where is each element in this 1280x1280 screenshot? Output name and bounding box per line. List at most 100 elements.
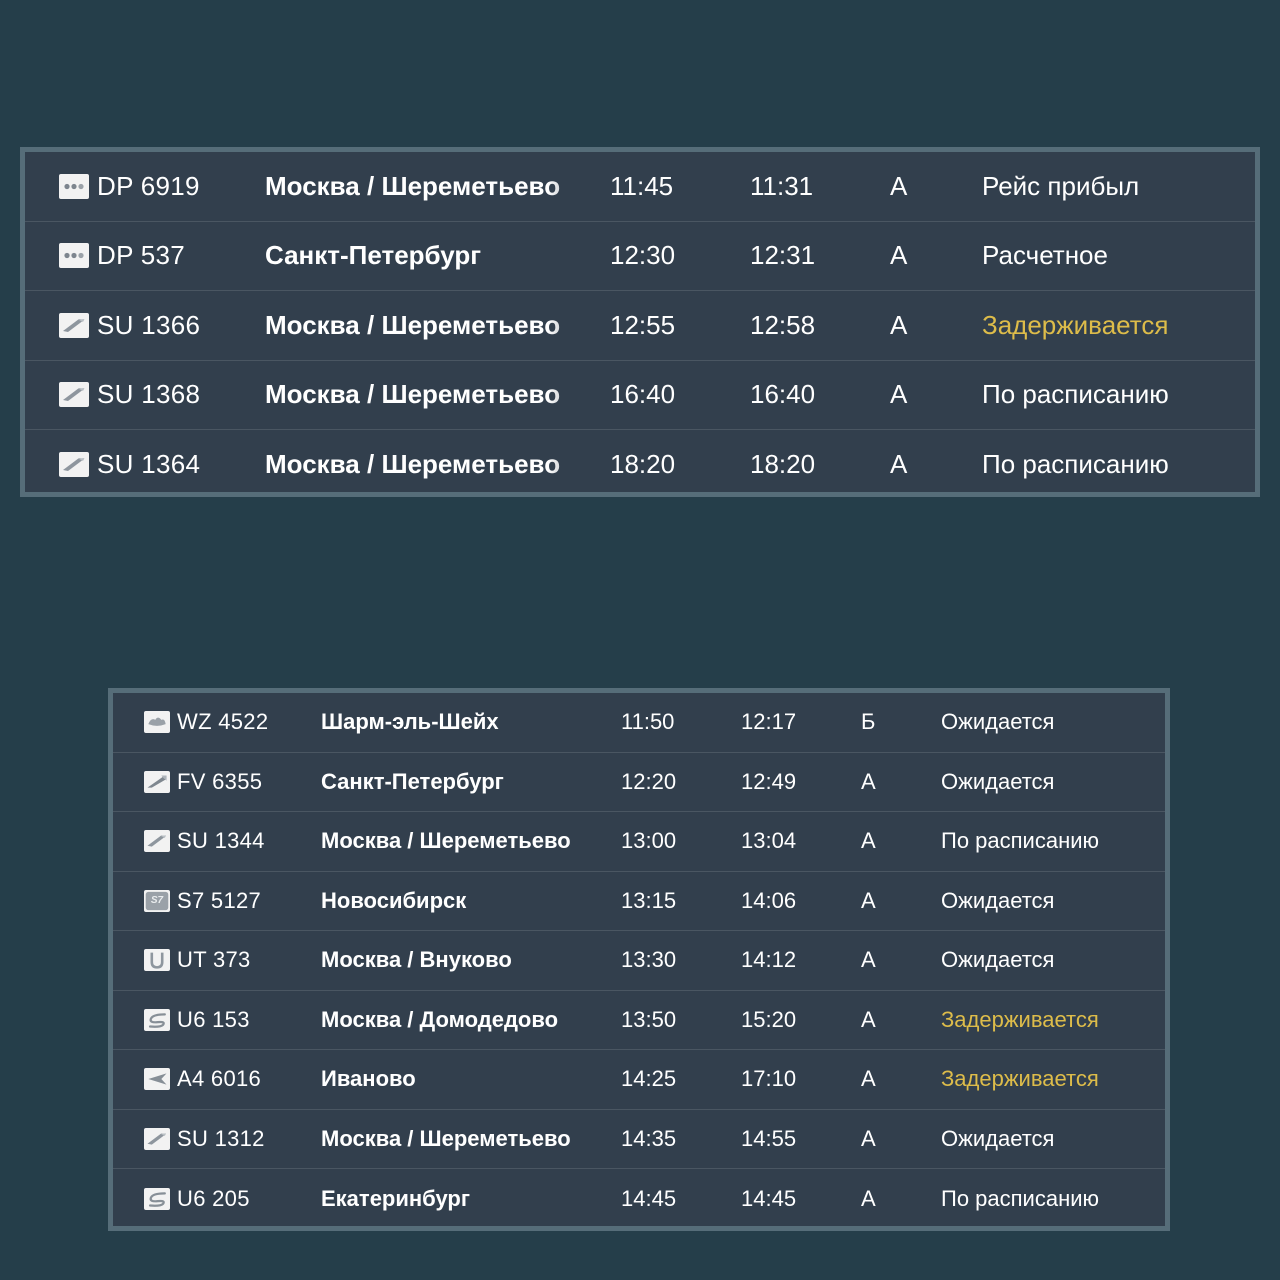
airline-logo-cell	[137, 770, 177, 793]
estimated-time: 14:06	[741, 887, 797, 913]
status-badge: По расписанию	[982, 379, 1169, 410]
pobeda-dots-icon	[59, 243, 89, 269]
scheduled-time: 11:50	[621, 709, 675, 735]
destination: Москва / Шереметьево	[321, 828, 571, 854]
arrivals-board-top: DP 6919 Москва / Шереметьево 11:45 11:31 А Ре…	[20, 147, 1260, 497]
flight-number: U6 153	[177, 1006, 250, 1032]
scheduled-time: 18:20	[610, 449, 676, 480]
terminal: А	[861, 1185, 876, 1211]
status-badge: По расписанию	[941, 1185, 1100, 1211]
status-badge: Расчетное	[982, 240, 1108, 271]
airline-logo-cell	[137, 1127, 177, 1150]
board-rows-container: DP 6919 Москва / Шереметьево 11:45 11:31 А Ре…	[25, 152, 1255, 492]
flight-number: SU 1344	[177, 828, 265, 854]
destination: Екатеринбург	[321, 1185, 471, 1211]
status-badge: По расписанию	[941, 828, 1100, 854]
destination: Шарм-эль-Шейх	[321, 709, 499, 735]
flight-number: S7 5127	[177, 887, 262, 913]
aeroflot-icon	[59, 312, 89, 338]
airline-logo-cell	[51, 382, 97, 408]
airline-logo-cell	[51, 173, 97, 199]
uralairlines-icon	[144, 1008, 170, 1031]
estimated-time: 12:31	[750, 240, 816, 271]
flight-row[interactable]: SU 1364 Москва / Шереметьево 18:20 18:20 А По…	[25, 430, 1255, 492]
flight-number: FV 6355	[177, 768, 263, 794]
status-badge: Задерживается	[941, 1066, 1099, 1092]
status-badge: Ожидается	[941, 947, 1055, 973]
terminal: А	[890, 449, 908, 480]
estimated-time: 16:40	[750, 379, 816, 410]
flight-row[interactable]: DP 537 Санкт-Петербург 12:30 12:31 А Расчетно…	[25, 221, 1255, 291]
flight-number: WZ 4522	[177, 709, 269, 735]
flight-row[interactable]: A4 6016 Иваново 14:25 17:10 А Задерживается	[113, 1050, 1165, 1110]
airline-logo-cell	[137, 949, 177, 972]
airline-logo-cell	[137, 1068, 177, 1091]
terminal: А	[890, 240, 908, 271]
estimated-time: 12:58	[750, 309, 816, 340]
s7-icon: S7	[144, 889, 170, 912]
redwings-icon	[144, 711, 170, 734]
status-badge: Ожидается	[941, 768, 1055, 794]
estimated-time: 18:20	[750, 449, 816, 480]
estimated-time: 12:17	[741, 709, 797, 735]
destination: Москва / Шереметьево	[265, 170, 561, 201]
status-badge: Задерживается	[941, 1006, 1099, 1032]
aeroflot-icon	[59, 382, 89, 408]
flight-number: SU 1366	[97, 309, 201, 340]
status-badge: Ожидается	[941, 709, 1055, 735]
scheduled-time: 12:30	[610, 240, 676, 271]
flight-row[interactable]: UT 373 Москва / Внуково 13:30 14:12 А Ожидает…	[113, 931, 1165, 991]
terminal: А	[861, 947, 876, 973]
destination: Москва / Шереметьево	[321, 1125, 571, 1151]
status-badge: Ожидается	[941, 887, 1055, 913]
flight-row[interactable]: U6 205 Екатеринбург 14:45 14:45 А По расписан…	[113, 1169, 1165, 1226]
flight-row[interactable]: SU 1344 Москва / Шереметьево 13:00 13:04 А По…	[113, 812, 1165, 872]
rossiya-icon	[144, 770, 170, 793]
flight-number: DP 537	[97, 240, 186, 271]
estimated-time: 14:55	[741, 1125, 797, 1151]
airline-logo-cell	[137, 711, 177, 734]
scheduled-time: 11:45	[610, 170, 674, 201]
destination: Москва / Шереметьево	[265, 449, 561, 480]
flight-row[interactable]: WZ 4522 Шарм-эль-Шейх 11:50 12:17 Б Ожидается	[113, 693, 1165, 753]
terminal: А	[861, 1125, 876, 1151]
scheduled-time: 13:50	[621, 1006, 677, 1032]
scheduled-time: 14:25	[621, 1066, 677, 1092]
destination: Санкт-Петербург	[321, 768, 504, 794]
utair-icon	[144, 949, 170, 972]
terminal: А	[861, 768, 876, 794]
airline-logo-cell: S7	[137, 889, 177, 912]
flight-number: DP 6919	[97, 170, 200, 201]
status-badge: По расписанию	[982, 449, 1169, 480]
airline-logo-cell	[137, 1008, 177, 1031]
terminal: А	[861, 1006, 876, 1032]
estimated-time: 15:20	[741, 1006, 797, 1032]
aeroflot-icon	[59, 452, 89, 478]
estimated-time: 14:12	[741, 947, 797, 973]
flight-number: SU 1312	[177, 1125, 265, 1151]
board-rows-container: WZ 4522 Шарм-эль-Шейх 11:50 12:17 Б Ожидается…	[113, 693, 1165, 1226]
scheduled-time: 12:20	[621, 768, 677, 794]
flight-row[interactable]: SU 1368 Москва / Шереметьево 16:40 16:40 А По…	[25, 360, 1255, 430]
terminal: Б	[861, 709, 876, 735]
s7-logo-text: S7	[150, 894, 164, 906]
estimated-time: 14:45	[741, 1185, 797, 1211]
status-badge: Ожидается	[941, 1125, 1055, 1151]
terminal: А	[890, 170, 908, 201]
estimated-time: 11:31	[750, 170, 814, 201]
flight-row[interactable]: DP 6919 Москва / Шереметьево 11:45 11:31 А Ре…	[25, 152, 1255, 222]
flight-row[interactable]: S7 S7 5127 Новосибирск 13:15 14:06 А Ожидается	[113, 871, 1165, 931]
flight-row[interactable]: U6 153 Москва / Домодедово 13:50 15:20 А Заде…	[113, 990, 1165, 1050]
flight-row[interactable]: FV 6355 Санкт-Петербург 12:20 12:49 А Ожидает…	[113, 752, 1165, 812]
scheduled-time: 13:30	[621, 947, 677, 973]
estimated-time: 13:04	[741, 828, 797, 854]
destination: Новосибирск	[321, 887, 467, 913]
destination: Санкт-Петербург	[265, 240, 482, 271]
flight-row[interactable]: SU 1312 Москва / Шереметьево 14:35 14:55 А Ож…	[113, 1109, 1165, 1169]
aeroflot-icon	[144, 1127, 170, 1150]
aeroflot-icon	[144, 830, 170, 853]
destination: Иваново	[321, 1066, 416, 1092]
status-badge: Рейс прибыл	[982, 170, 1140, 201]
terminal: А	[861, 887, 876, 913]
flight-row[interactable]: SU 1366 Москва / Шереметьево 12:55 12:58 А За…	[25, 291, 1255, 361]
